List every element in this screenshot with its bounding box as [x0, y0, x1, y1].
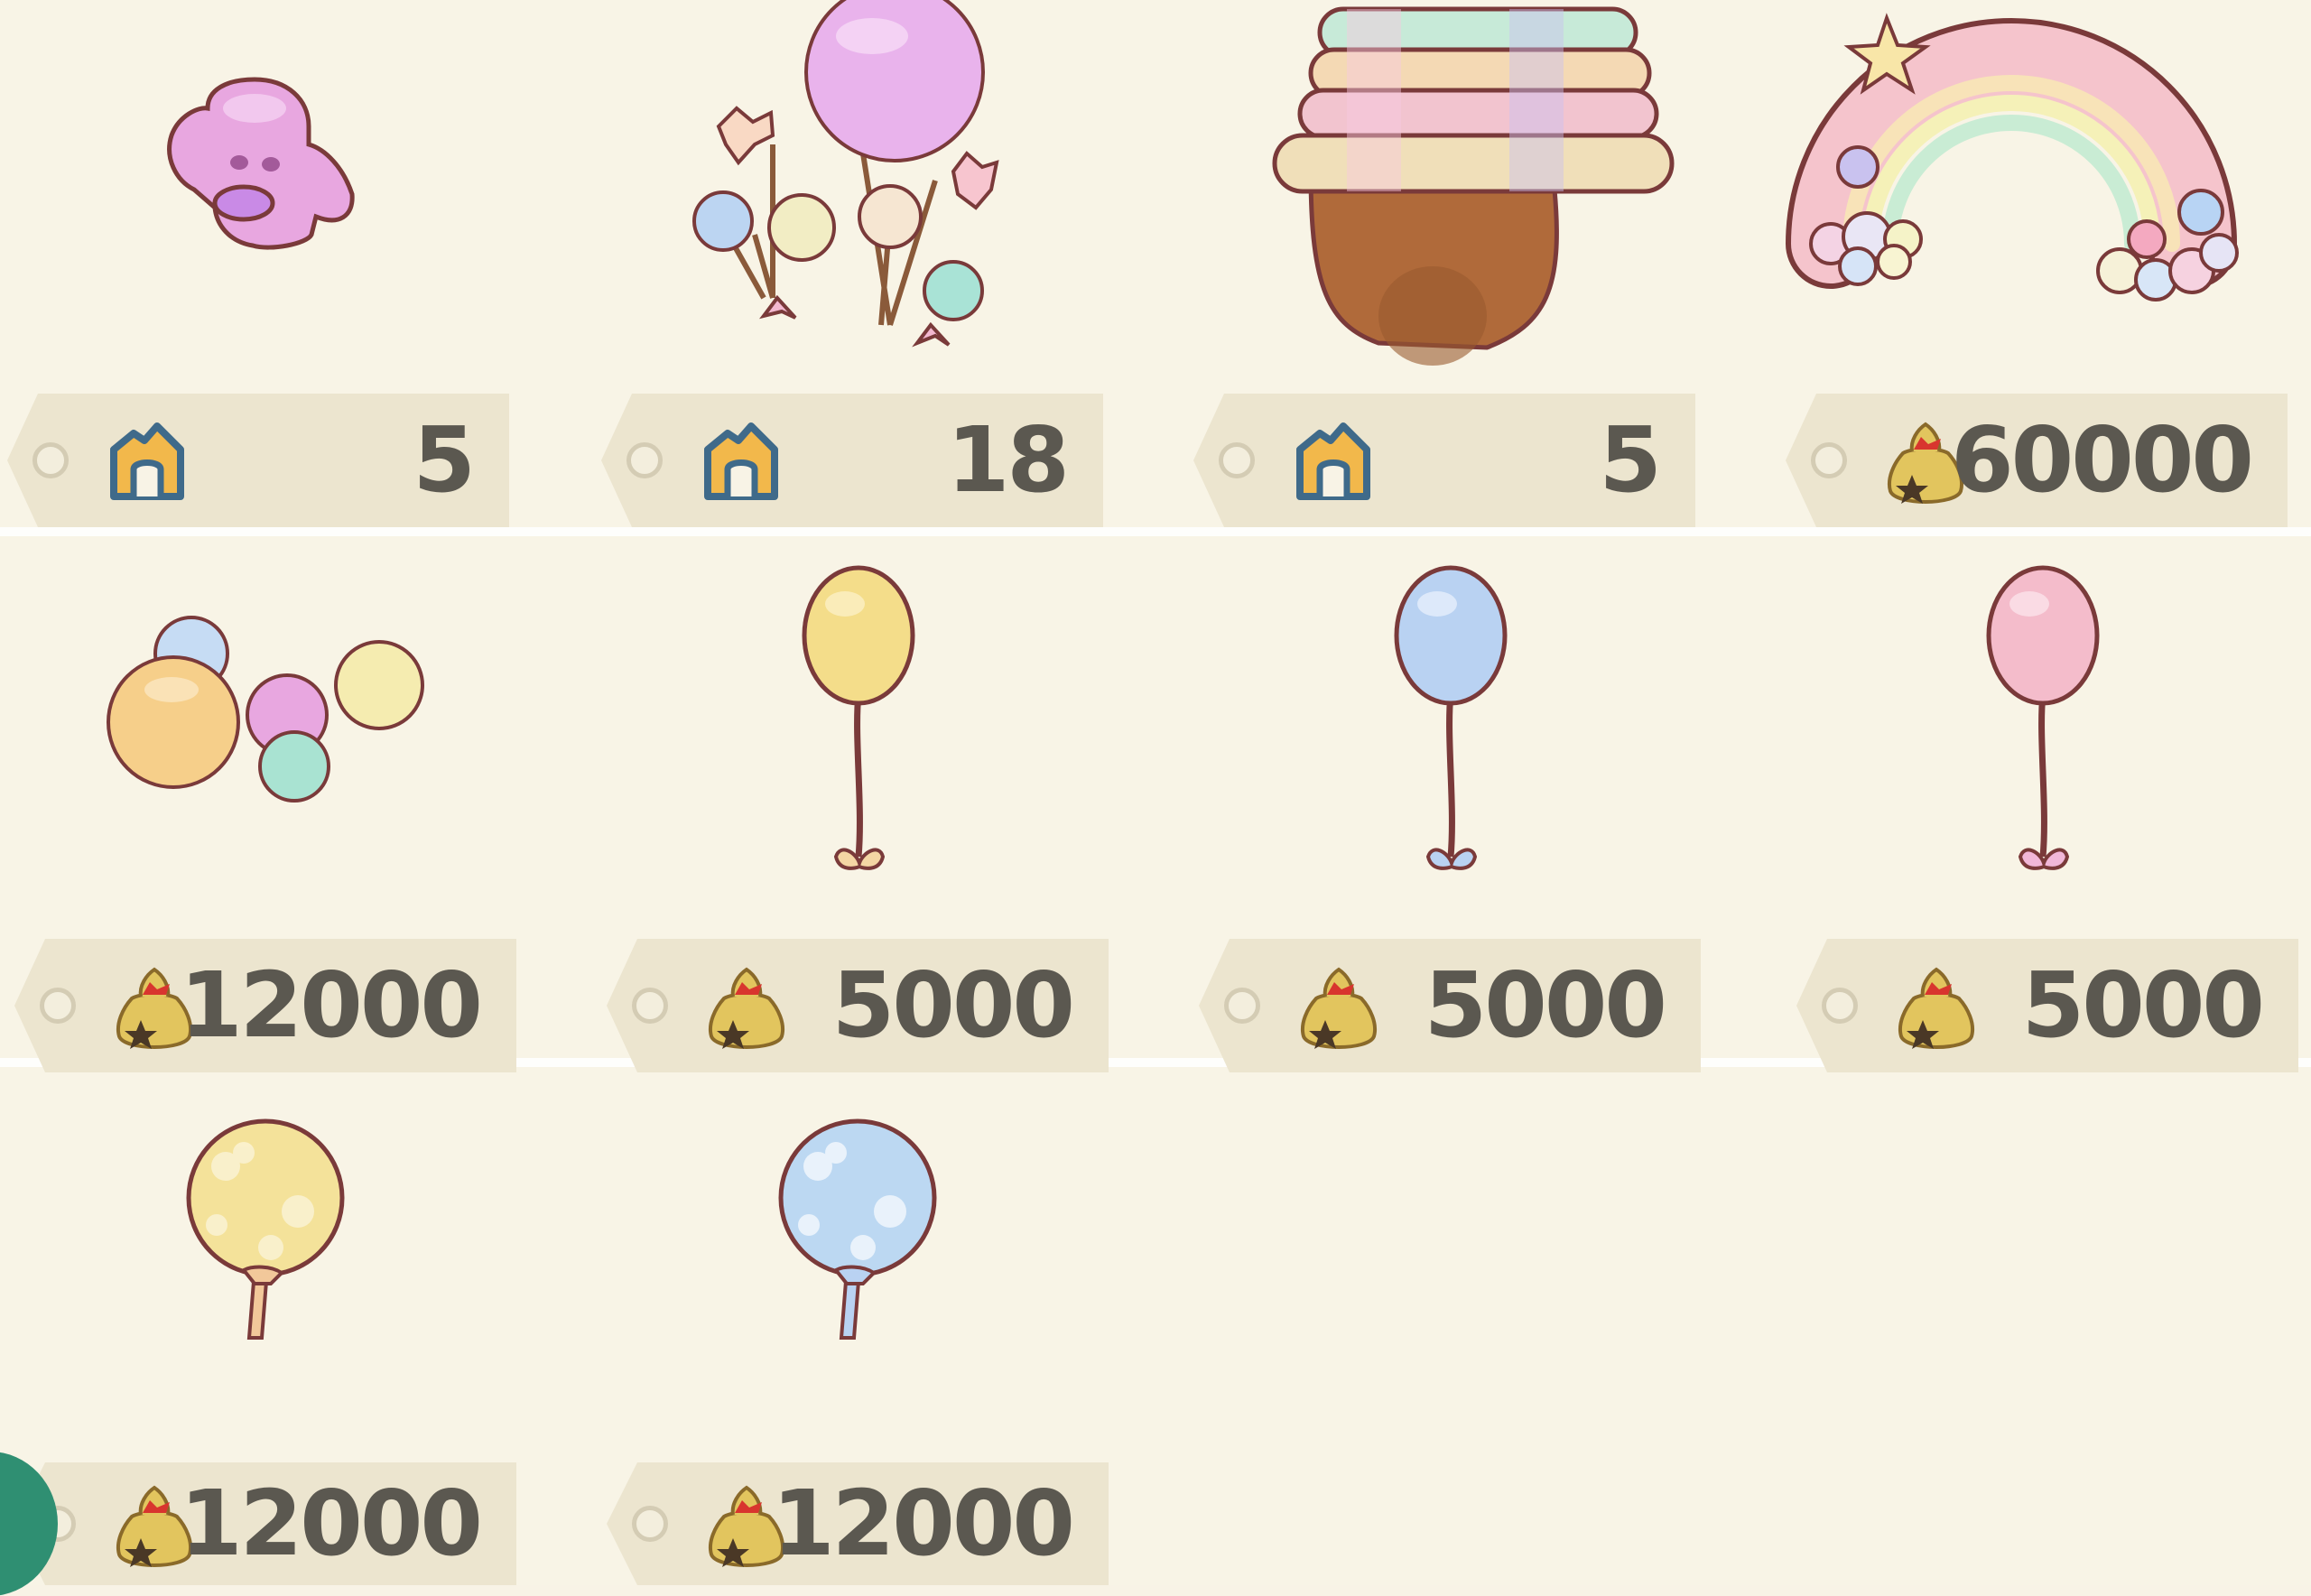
rainbow-arch-item-image: [1786, 13, 2239, 302]
price-value: 12000: [772, 1471, 1075, 1576]
price-value: 5: [1599, 407, 1662, 513]
shop-item-blue-balloon[interactable]: 5000: [1184, 536, 1762, 1072]
shop-item-yellow-flower-balloon[interactable]: 12000: [0, 1067, 578, 1585]
shop-item-yellow-balloon[interactable]: 5000: [592, 536, 1170, 1072]
balloon-bouquet-item-image: [692, 0, 999, 348]
yellow-balloon-item-image: [802, 565, 915, 870]
yellow-flower-balloon-item-image: [186, 1118, 345, 1340]
tag-hole-icon: [1822, 988, 1858, 1024]
shop-item-bubble-cluster[interactable]: 12000: [0, 536, 578, 1072]
pink-balloon-item-image: [1986, 565, 2100, 870]
tag-hole-icon: [1219, 442, 1255, 478]
price-tag: 18: [601, 394, 1103, 527]
shop-item-rainbow-arch[interactable]: 60000: [1777, 0, 2311, 527]
ghost-item-image: [167, 77, 355, 250]
price-value: 5000: [1424, 952, 1667, 1058]
price-tag: 5000: [607, 939, 1109, 1072]
price-value: 12000: [180, 952, 483, 1058]
tag-hole-icon: [632, 988, 668, 1024]
price-value: 60000: [1951, 407, 2254, 513]
shop-item-pastel-cake-pot[interactable]: 5: [1184, 0, 1762, 527]
shop-item-balloon-bouquet[interactable]: 18: [592, 0, 1170, 527]
tag-hole-icon: [626, 442, 663, 478]
price-tag: 12000: [14, 939, 516, 1072]
tag-hole-icon: [40, 988, 76, 1024]
bubble-cluster-item-image: [107, 616, 424, 803]
shop-item-pink-balloon[interactable]: 5000: [1777, 536, 2311, 1072]
tag-hole-icon: [1811, 442, 1847, 478]
price-tag: 5: [1193, 394, 1695, 527]
price-tag: 60000: [1786, 394, 2288, 527]
tag-hole-icon: [1224, 988, 1260, 1024]
price-tag: 5000: [1199, 939, 1701, 1072]
nook-miles-icon: [1296, 422, 1370, 500]
nook-miles-icon: [110, 422, 184, 500]
pastel-cake-pot-item-image: [1272, 6, 1675, 366]
price-tag: 12000: [14, 1462, 516, 1585]
tag-hole-icon: [32, 442, 69, 478]
price-tag: 12000: [607, 1462, 1109, 1585]
bell-bag-icon: [709, 967, 784, 1049]
shop-item-ghost[interactable]: 5: [0, 0, 578, 527]
price-value: 18: [946, 407, 1070, 513]
shop-item-blue-flower-balloon[interactable]: 12000: [592, 1067, 1170, 1585]
price-tag: 5: [7, 394, 509, 527]
nook-miles-icon: [704, 422, 778, 500]
price-value: 5000: [2021, 952, 2265, 1058]
price-value: 12000: [180, 1471, 483, 1576]
price-value: 5000: [831, 952, 1075, 1058]
price-value: 5: [413, 407, 476, 513]
price-tag: 5000: [1796, 939, 2298, 1072]
row-divider: [0, 527, 2311, 536]
blue-balloon-item-image: [1394, 565, 1508, 870]
tag-hole-icon: [632, 1506, 668, 1542]
bell-bag-icon: [1301, 967, 1377, 1049]
bell-bag-icon: [1898, 967, 1974, 1049]
blue-flower-balloon-item-image: [778, 1118, 937, 1340]
